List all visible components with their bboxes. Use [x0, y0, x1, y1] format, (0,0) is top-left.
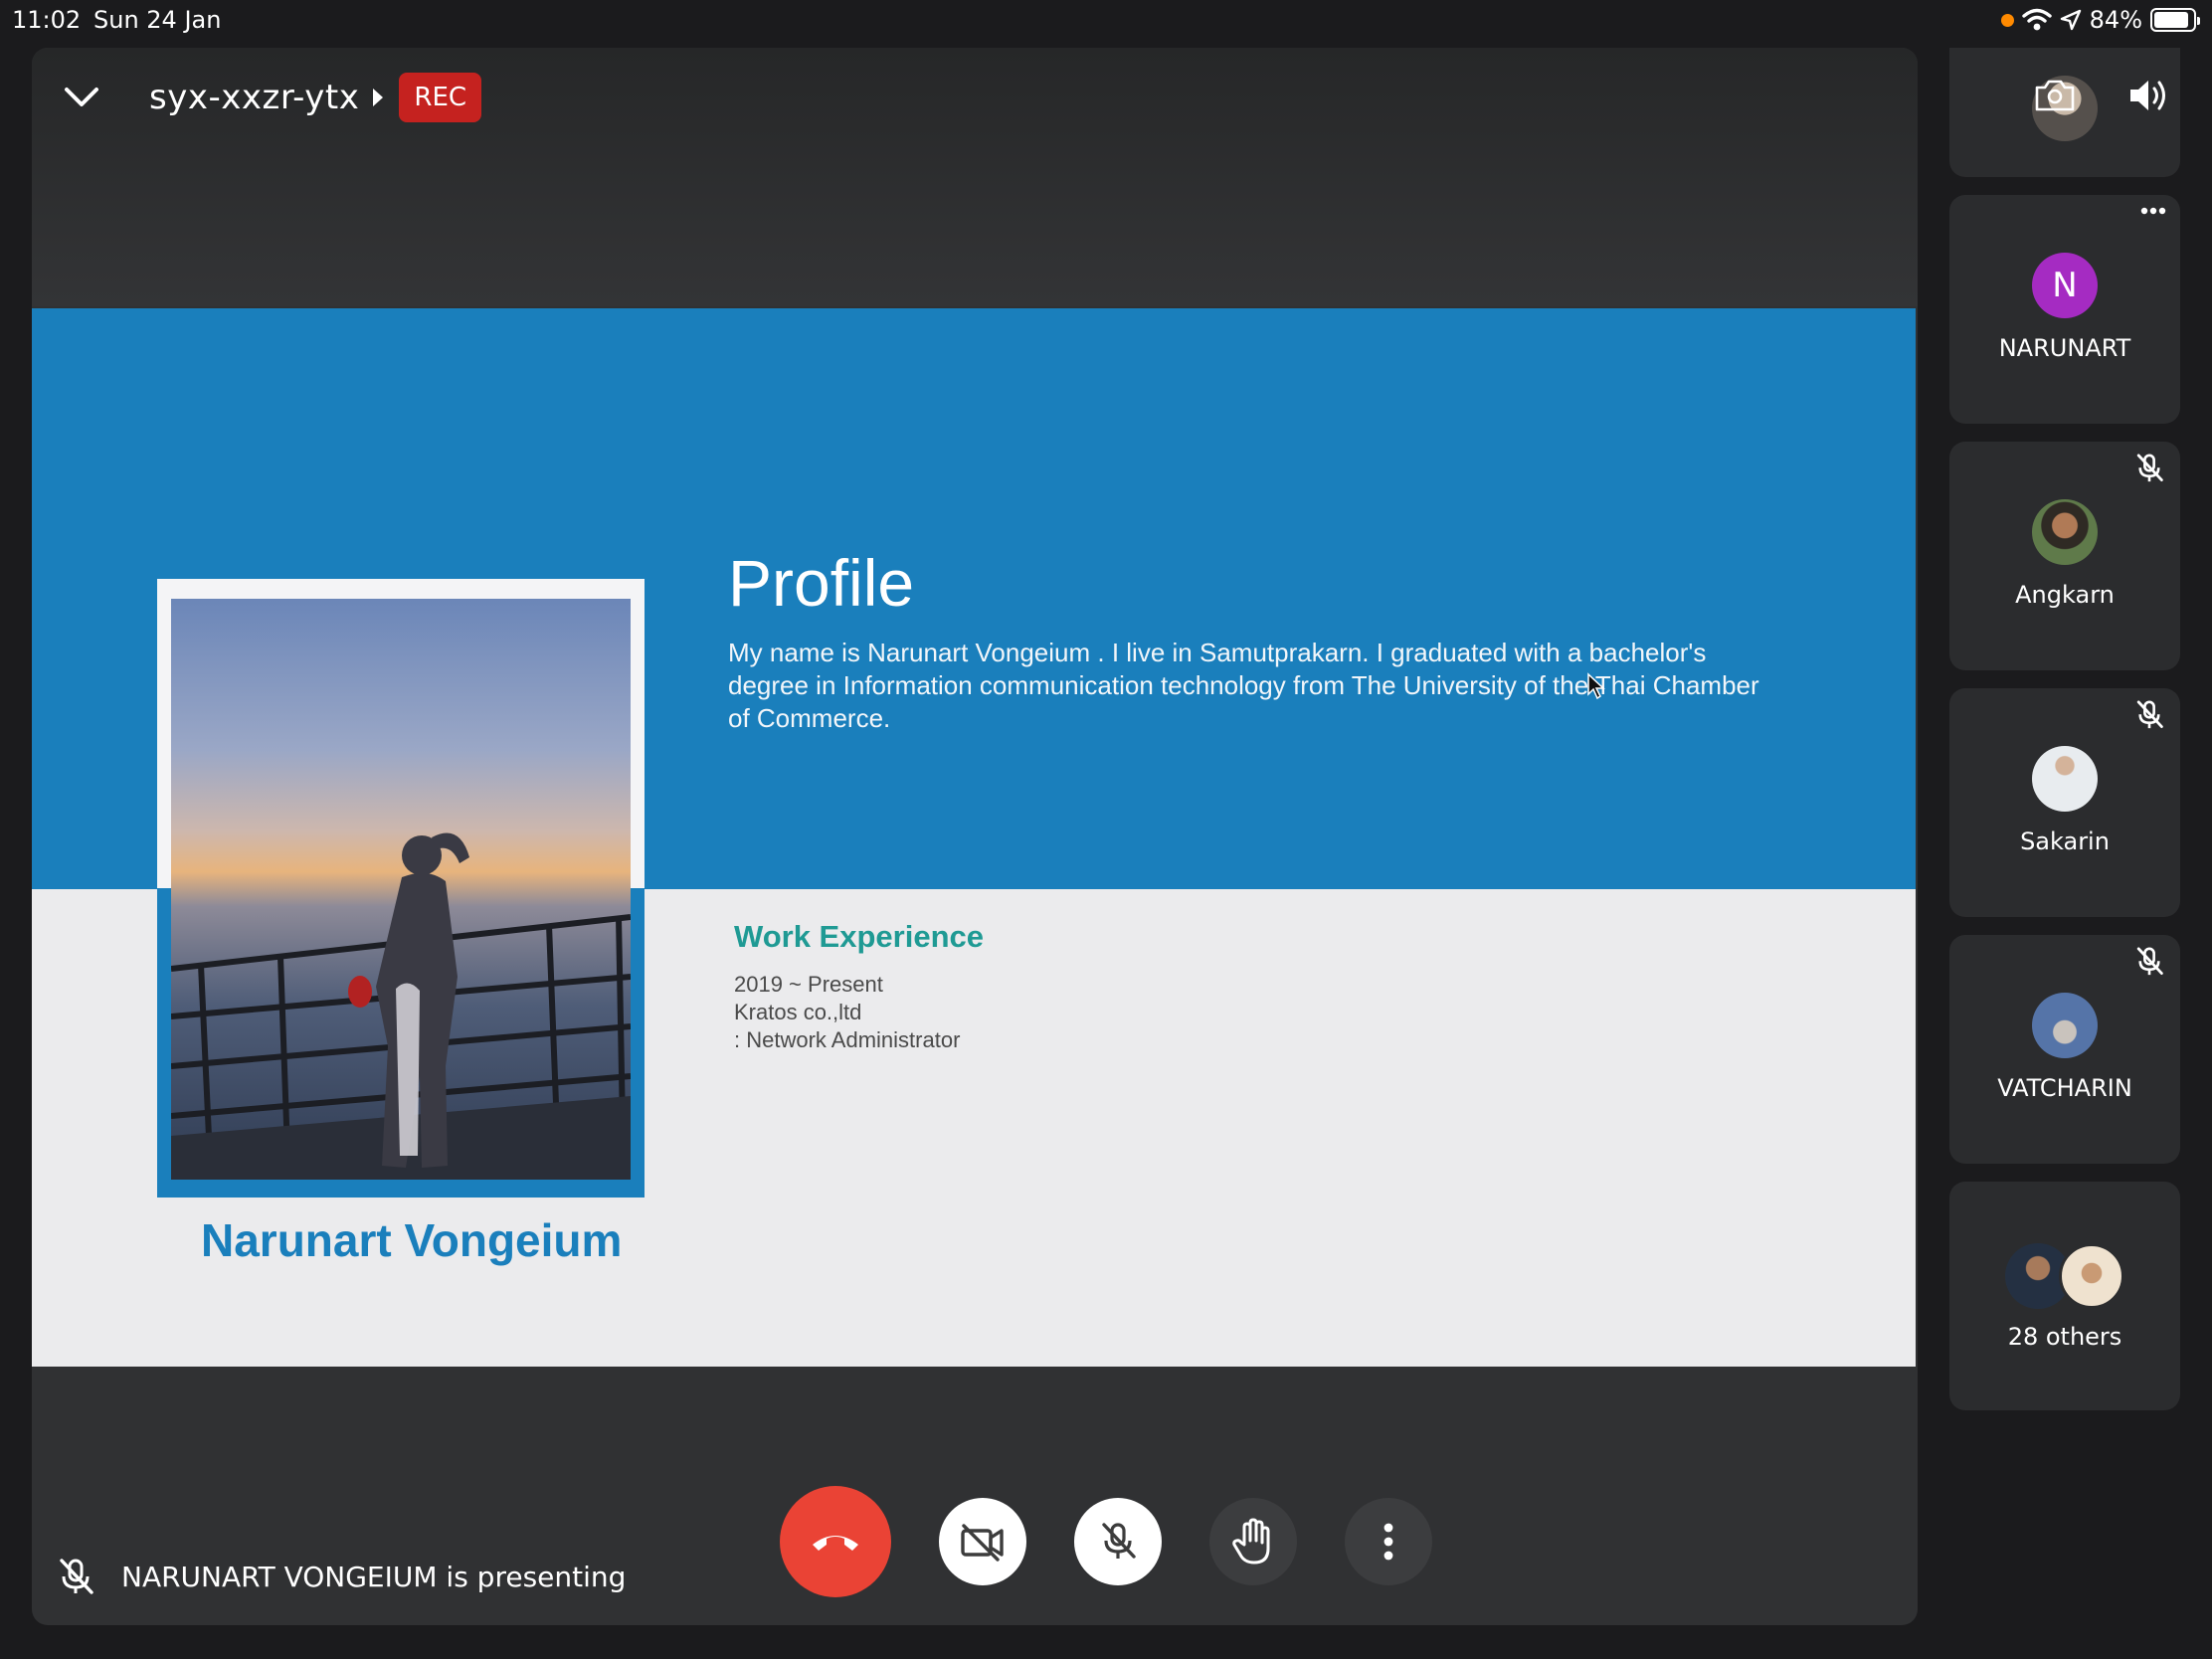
mic-off-icon: [2136, 700, 2163, 729]
more-horizontal-icon[interactable]: [2140, 207, 2166, 215]
participant-avatar: [2032, 993, 2098, 1058]
participant-avatar: N: [2032, 253, 2098, 318]
camera-toggle-button[interactable]: [939, 1498, 1026, 1585]
participant-tile[interactable]: VATCHARIN: [1949, 935, 2180, 1164]
mic-off-icon: [60, 1559, 93, 1594]
hang-up-icon: [813, 1536, 858, 1551]
mic-toggle-button[interactable]: [1074, 1498, 1162, 1585]
presentation-stage: syx-xxzr-ytx REC Narunart Vongeium Profi…: [32, 48, 1918, 1625]
caret-right-icon[interactable]: [373, 89, 384, 106]
slide-profile-text: My name is Narunart Vongeium . I live in…: [728, 638, 1759, 733]
meeting-code[interactable]: syx-xxzr-ytx: [149, 78, 359, 117]
slide-profile-title: Profile: [728, 546, 915, 620]
camera-off-icon: [961, 1524, 1004, 1562]
self-view-tile[interactable]: [1949, 48, 2180, 177]
others-tile[interactable]: 28 others: [1949, 1182, 2180, 1410]
slide-work-lines: 2019 ~ Present Kratos co.,ltd : Network …: [734, 971, 960, 1054]
participant-name: Sakarin: [2020, 828, 2110, 855]
participant-avatar: [2032, 499, 2098, 565]
raise-hand-icon: [1232, 1518, 1270, 1565]
mic-off-icon: [2136, 454, 2163, 482]
participant-tile[interactable]: Angkarn: [1949, 442, 2180, 670]
participant-name: VATCHARIN: [1997, 1074, 2132, 1102]
call-controls: [780, 1486, 1480, 1597]
presenting-label: NARUNART VONGEIUM is presenting: [121, 1560, 627, 1593]
location-icon: [2060, 9, 2081, 31]
meeting-topbar: syx-xxzr-ytx REC: [54, 70, 482, 125]
mic-off-icon: [1102, 1523, 1136, 1559]
recording-badge: REC: [399, 73, 482, 122]
speaker-icon[interactable]: [2126, 76, 2170, 115]
status-right: 84%: [2000, 4, 2200, 36]
more-options-button[interactable]: [1345, 1498, 1432, 1585]
profile-photo: [171, 599, 631, 1180]
status-time: 11:02: [12, 6, 82, 34]
participant-avatar: [2032, 746, 2098, 812]
status-bar: 11:02 Sun 24 Jan 84%: [0, 0, 2212, 40]
more-vertical-icon: [1383, 1523, 1393, 1561]
participant-avatar: [2059, 1243, 2124, 1309]
profile-photo-frame: [157, 579, 645, 1198]
work-line: Kratos co.,ltd: [734, 1000, 862, 1024]
end-call-button[interactable]: [780, 1486, 891, 1597]
shared-slide: Narunart Vongeium Profile My name is Nar…: [32, 308, 1916, 1367]
slide-person-name: Narunart Vongeium: [201, 1214, 623, 1266]
raise-hand-button[interactable]: [1209, 1498, 1297, 1585]
mic-in-use-dot: [2000, 13, 2014, 27]
participant-tile[interactable]: Sakarin: [1949, 688, 2180, 917]
slide-work-title: Work Experience: [734, 919, 984, 954]
work-line: 2019 ~ Present: [734, 972, 883, 997]
wifi-icon: [2021, 8, 2052, 31]
battery-icon: [2150, 8, 2200, 32]
others-count-label: 28 others: [2007, 1323, 2122, 1351]
presenting-indicator: NARUNART VONGEIUM is presenting: [54, 1552, 626, 1601]
mouse-cursor-icon: [1587, 672, 1605, 700]
work-line: : Network Administrator: [734, 1027, 961, 1052]
chevron-down-icon: [65, 88, 98, 106]
silhouette-illustration: [171, 832, 631, 1180]
collapse-button[interactable]: [54, 70, 109, 125]
status-date: Sun 24 Jan: [93, 6, 222, 34]
battery-percent: 84%: [2089, 6, 2142, 34]
participant-tile[interactable]: N NARUNART: [1949, 195, 2180, 424]
switch-camera-icon[interactable]: [2033, 78, 2077, 113]
participant-name: NARUNART: [1998, 334, 2131, 362]
participant-name: Angkarn: [2015, 581, 2115, 609]
mic-off-icon: [2136, 947, 2163, 976]
